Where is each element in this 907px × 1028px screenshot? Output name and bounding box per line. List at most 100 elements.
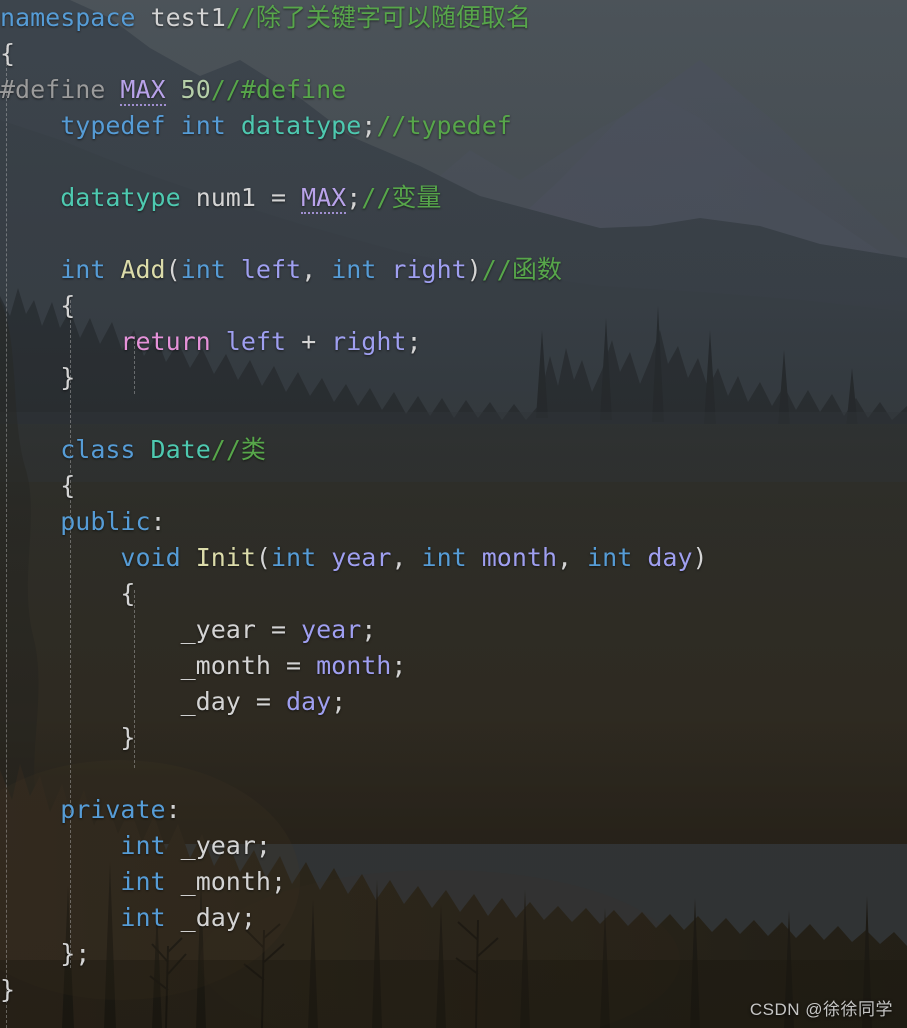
code-token-kw: public [60, 507, 151, 536]
code-token-kw: namespace [0, 3, 136, 32]
code-token-op: = [270, 651, 317, 680]
code-line[interactable]: } [0, 720, 907, 756]
code-token-plain: _year [180, 615, 256, 644]
code-line[interactable]: class Date//类 [0, 432, 907, 468]
code-token-param: year [331, 543, 392, 572]
code-line[interactable]: return left + right; [0, 324, 907, 360]
code-token-kw: class [60, 435, 136, 464]
code-token-plain: }; [0, 939, 91, 968]
code-line[interactable]: { [0, 576, 907, 612]
code-token-kw: int [180, 255, 226, 284]
code-line[interactable]: void Init(int year, int month, int day) [0, 540, 907, 576]
code-token-kw: int [120, 903, 166, 932]
code-line[interactable]: datatype num1 = MAX;//变量 [0, 180, 907, 216]
code-token-fn: Init [195, 543, 256, 572]
code-line[interactable] [0, 216, 907, 252]
code-token-kw: int [421, 543, 467, 572]
code-token-plain: ) [692, 543, 708, 572]
code-token-plain: ; [270, 867, 287, 896]
code-token-param: right [331, 327, 407, 356]
code-token-plain: ; [346, 183, 362, 212]
code-token-param: day [647, 543, 693, 572]
code-token-plain: : [165, 795, 181, 824]
code-token-param: month [316, 651, 392, 680]
code-token-kw: typedef [60, 111, 166, 140]
code-token-plain: { [0, 579, 136, 608]
code-token-plain: ; [255, 831, 271, 860]
code-line[interactable]: namespace test1//除了关键字可以随便取名 [0, 0, 907, 36]
code-token-plain: ) [466, 255, 482, 284]
code-token-plain: ; [406, 327, 422, 356]
code-line[interactable]: public: [0, 504, 907, 540]
code-token-kw: int [331, 255, 377, 284]
code-line[interactable]: #define MAX 50//#define [0, 72, 907, 108]
code-editor-screenshot: namespace test1//除了关键字可以随便取名 { #define MAX… [0, 0, 907, 1028]
code-token-plain: ( [255, 543, 271, 572]
code-token-param: left [225, 327, 287, 356]
code-line[interactable]: int _month; [0, 864, 907, 900]
code-token-plain: { [0, 39, 16, 68]
code-line[interactable] [0, 756, 907, 792]
code-line[interactable] [0, 144, 907, 180]
code-line[interactable]: { [0, 36, 907, 72]
code-token-type: Date [150, 435, 211, 464]
code-token-plain: , [391, 543, 422, 572]
code-token-cmt: //函数 [481, 255, 562, 284]
code-token-plain: ( [165, 255, 181, 284]
code-token-plain: , [557, 543, 588, 572]
code-line[interactable]: int _day; [0, 900, 907, 936]
code-token-op: = [240, 687, 286, 716]
code-line[interactable]: }; [0, 936, 907, 972]
code-token-cmt: //变量 [361, 183, 442, 212]
code-token-plain: , [301, 255, 332, 284]
code-token-kw: int [270, 543, 317, 572]
code-line[interactable]: { [0, 288, 907, 324]
code-token-plain: num1 [195, 183, 256, 212]
code-token-param: day [286, 687, 332, 716]
code-line[interactable]: { [0, 468, 907, 504]
code-text-area[interactable]: namespace test1//除了关键字可以随便取名 { #define MAX… [0, 0, 907, 1008]
code-token-kw: int [180, 111, 226, 140]
code-line[interactable] [0, 396, 907, 432]
code-line[interactable]: private: [0, 792, 907, 828]
code-line[interactable]: _month = month; [0, 648, 907, 684]
code-token-macro: MAX [301, 183, 347, 214]
code-token-param: right [391, 255, 467, 284]
code-line[interactable]: _year = year; [0, 612, 907, 648]
code-token-kw: int [120, 867, 166, 896]
code-token-plain: } [0, 723, 136, 752]
code-token-plain: ; [331, 687, 347, 716]
code-line[interactable]: typedef int datatype;//typedef [0, 108, 907, 144]
code-line[interactable]: } [0, 360, 907, 396]
code-token-pp: #define [0, 75, 106, 104]
code-token-plain: : [150, 507, 166, 536]
code-line[interactable]: _day = day; [0, 684, 907, 720]
code-line[interactable]: int _year; [0, 828, 907, 864]
code-line[interactable]: int Add(int left, int right)//函数 [0, 252, 907, 288]
code-token-kw: int [60, 255, 106, 284]
csdn-watermark: CSDN @徐徐同学 [749, 1000, 893, 1019]
code-token-kw: void [120, 543, 181, 572]
